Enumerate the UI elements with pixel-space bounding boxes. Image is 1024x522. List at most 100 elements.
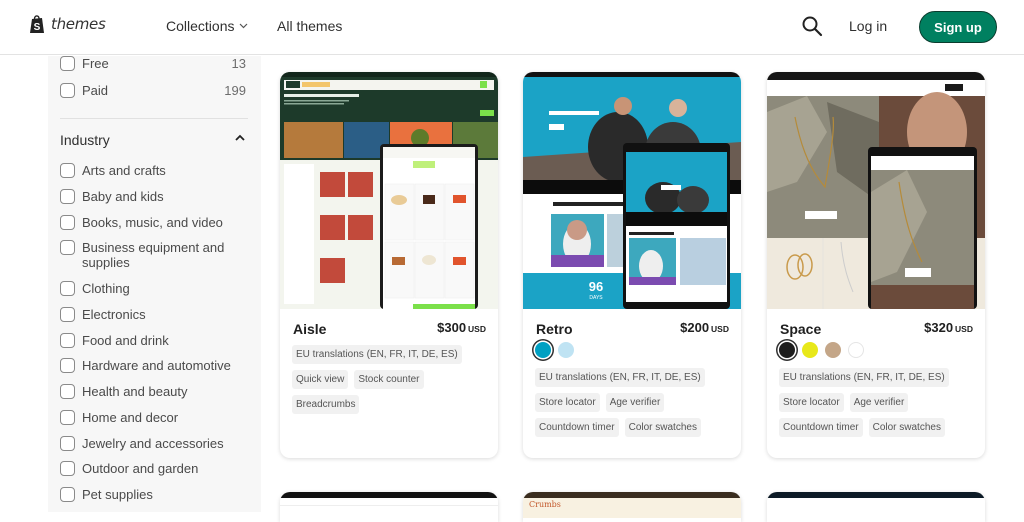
theme-price: $200 USD xyxy=(680,320,729,335)
filter-label: Electronics xyxy=(82,307,146,322)
filter-label: Food and drink xyxy=(82,333,169,348)
filter-industry-hardware[interactable]: Hardware and automotive xyxy=(60,358,246,373)
theme-name[interactable]: Space xyxy=(780,321,821,337)
filter-industry-health[interactable]: Health and beauty xyxy=(60,384,246,399)
checkbox[interactable] xyxy=(60,83,75,98)
theme-price: $320 USD xyxy=(924,320,973,335)
theme-name[interactable]: Retro xyxy=(536,321,573,337)
feature-tag: Color swatches xyxy=(868,418,945,437)
filter-free[interactable]: Free 13 xyxy=(60,56,246,71)
login-link[interactable]: Log in xyxy=(849,18,887,34)
theme-preview-image[interactable]: 96 DAYS xyxy=(523,72,741,309)
filter-industry-pet[interactable]: Pet supplies xyxy=(60,487,246,502)
swatch-light-blue[interactable] xyxy=(558,342,574,358)
checkbox[interactable] xyxy=(60,358,75,373)
theme-card-crumbs[interactable]: Crumbs xyxy=(523,492,741,522)
checkbox[interactable] xyxy=(60,281,75,296)
checkbox[interactable] xyxy=(60,56,75,71)
theme-card-row2-3[interactable] xyxy=(767,492,985,522)
filter-count: 13 xyxy=(231,56,246,71)
color-swatches xyxy=(535,342,574,358)
filter-label: Baby and kids xyxy=(82,189,164,204)
filter-label: Arts and crafts xyxy=(82,163,166,178)
theme-preview-image[interactable] xyxy=(280,72,498,309)
feature-tags: EU translations (EN, FR, IT, DE, ES) Qui… xyxy=(292,345,492,414)
countdown-number: 96 xyxy=(589,279,603,294)
price-amount: $200 xyxy=(680,320,710,335)
nav-collections[interactable]: Collections xyxy=(166,18,248,34)
feature-tag: EU translations (EN, FR, IT, DE, ES) xyxy=(779,368,949,387)
filter-industry-electronics[interactable]: Electronics xyxy=(60,307,246,322)
checkbox[interactable] xyxy=(60,487,75,502)
checkbox[interactable] xyxy=(60,163,75,178)
feature-tag: Store locator xyxy=(779,393,844,412)
checkbox[interactable] xyxy=(60,410,75,425)
filter-label: Clothing xyxy=(82,281,130,296)
theme-card-aisle[interactable]: Aisle $300 USD EU translations (EN, FR, I… xyxy=(280,72,498,458)
checkbox[interactable] xyxy=(60,189,75,204)
theme-preview-image[interactable] xyxy=(767,72,985,309)
feature-tag: Countdown timer xyxy=(535,418,619,437)
countdown-unit: DAYS xyxy=(589,295,603,301)
checkbox[interactable] xyxy=(60,384,75,399)
theme-card-space[interactable]: Space $320 USD EU translations (EN, FR, I… xyxy=(767,72,985,458)
feature-tag: Quick view xyxy=(292,370,349,389)
divider xyxy=(60,118,248,119)
price-amount: $300 xyxy=(437,320,467,335)
nav-all-themes[interactable]: All themes xyxy=(277,18,342,34)
filter-industry-baby[interactable]: Baby and kids xyxy=(60,189,246,204)
preview-navbar xyxy=(767,498,985,518)
feature-tag: Breadcrumbs xyxy=(292,395,360,414)
filter-industry-business[interactable]: Business equipment and supplies xyxy=(60,240,246,270)
filter-industry-home[interactable]: Home and decor xyxy=(60,410,246,425)
filter-label: Outdoor and garden xyxy=(82,461,199,476)
filter-industry-outdoor[interactable]: Outdoor and garden xyxy=(60,461,246,476)
checkbox[interactable] xyxy=(60,461,75,476)
price-amount: $320 xyxy=(924,320,954,335)
checkbox[interactable] xyxy=(60,215,75,230)
preview-navbar: Crumbs xyxy=(523,498,741,518)
theme-name[interactable]: Aisle xyxy=(293,321,326,337)
feature-tag: Countdown timer xyxy=(779,418,863,437)
checkbox[interactable] xyxy=(60,240,75,255)
crumbs-logo: Crumbs xyxy=(529,500,561,509)
theme-card-row2-1[interactable] xyxy=(280,492,498,522)
search-icon[interactable] xyxy=(801,15,823,37)
logo-text: themes xyxy=(51,15,106,33)
swatch-white[interactable] xyxy=(848,342,864,358)
filter-label: Paid xyxy=(82,83,109,98)
feature-tag: EU translations (EN, FR, IT, DE, ES) xyxy=(292,345,462,364)
price-currency: USD xyxy=(468,324,486,334)
filter-industry-jewelry[interactable]: Jewelry and accessories xyxy=(60,436,246,451)
signup-button[interactable]: Sign up xyxy=(919,11,997,43)
checkbox[interactable] xyxy=(60,436,75,451)
filter-label: Health and beauty xyxy=(82,384,188,399)
feature-tag: Color swatches xyxy=(624,418,701,437)
svg-text:S: S xyxy=(34,22,41,33)
swatch-teal[interactable] xyxy=(535,342,551,358)
swatch-yellow[interactable] xyxy=(802,342,818,358)
shopify-themes-logo[interactable]: S themes xyxy=(29,14,106,34)
theme-card-retro[interactable]: 96 DAYS Retro $200 USD EU translations (E… xyxy=(523,72,741,458)
filter-industry-books[interactable]: Books, music, and video xyxy=(60,215,246,230)
shopify-bag-icon: S xyxy=(30,15,44,33)
aisle-preview-illustration xyxy=(280,72,498,309)
space-preview-illustration xyxy=(767,72,985,309)
retro-preview-illustration: 96 DAYS xyxy=(523,72,741,309)
nav-collections-label: Collections xyxy=(166,18,235,34)
chevron-up-icon[interactable] xyxy=(234,132,246,144)
filter-industry-clothing[interactable]: Clothing xyxy=(60,281,246,296)
swatch-black[interactable] xyxy=(779,342,795,358)
filter-industry-arts[interactable]: Arts and crafts xyxy=(60,163,246,178)
filter-paid[interactable]: Paid 199 xyxy=(60,83,246,98)
filter-industry-food[interactable]: Food and drink xyxy=(60,333,246,348)
theme-price: $300 USD xyxy=(437,320,486,335)
top-nav: S themes Collections All themes Log in S… xyxy=(0,0,1024,55)
filter-label: Home and decor xyxy=(82,410,179,425)
feature-tag: Store locator xyxy=(535,393,600,412)
filter-label: Pet supplies xyxy=(82,487,153,502)
checkbox[interactable] xyxy=(60,307,75,322)
swatch-tan[interactable] xyxy=(825,342,841,358)
checkbox[interactable] xyxy=(60,333,75,348)
filter-label: Business equipment and supplies xyxy=(82,240,225,270)
